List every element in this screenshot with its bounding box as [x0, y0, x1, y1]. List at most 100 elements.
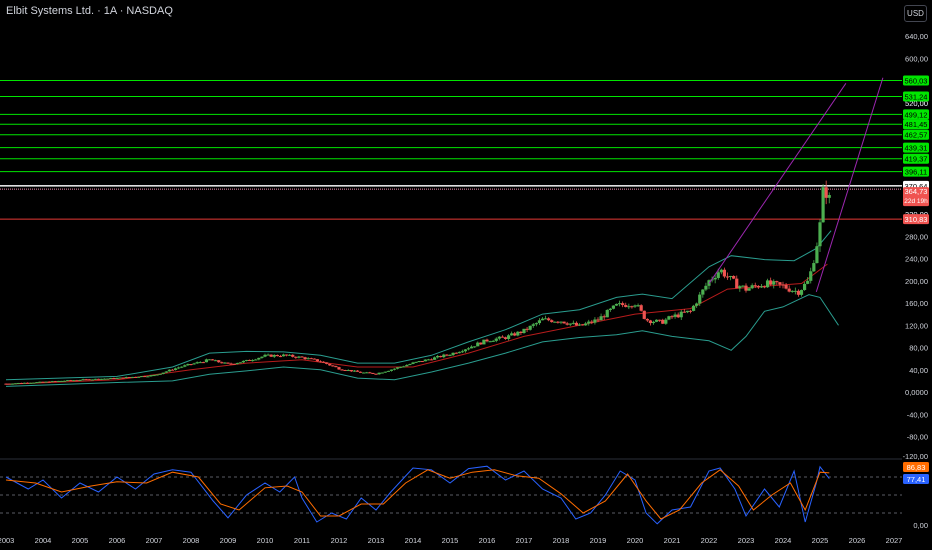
- candlestick-series: [4, 180, 831, 385]
- candle-body: [192, 363, 196, 365]
- candle-body: [180, 366, 184, 368]
- osc-k-value: 77,41: [907, 475, 926, 484]
- time-tick-label: 2007: [146, 536, 163, 545]
- candle-body: [732, 275, 736, 279]
- candle-body: [325, 362, 329, 364]
- candle-body: [152, 375, 156, 377]
- candle-body: [377, 372, 381, 375]
- time-tick-label: 2008: [183, 536, 200, 545]
- candle-body: [300, 356, 304, 358]
- candle-body: [352, 370, 357, 372]
- candle-body: [217, 360, 221, 363]
- currency-button[interactable]: USD: [904, 5, 927, 22]
- price-chart[interactable]: 640,00600,00560,00520,00480,00440,00400,…: [0, 0, 932, 550]
- candle-body: [121, 377, 125, 379]
- candle-body: [405, 365, 409, 367]
- candle-body: [99, 378, 104, 380]
- candle-body: [155, 374, 159, 376]
- candle-body: [636, 305, 640, 307]
- candle-body: [251, 360, 255, 362]
- candle-body: [41, 381, 45, 383]
- candle-body: [340, 369, 344, 371]
- candle-body: [112, 377, 116, 379]
- time-tick-label: 2027: [886, 536, 903, 545]
- candle-body: [676, 314, 680, 318]
- candle-body: [32, 382, 36, 384]
- candle-body: [198, 362, 202, 364]
- candle-body: [769, 280, 773, 285]
- candle-body: [824, 187, 828, 198]
- candle-body: [688, 310, 693, 312]
- candle-body: [303, 357, 307, 360]
- candle-body: [550, 320, 554, 323]
- candle-body: [130, 376, 135, 378]
- level-tag-9: 310,83: [905, 215, 928, 224]
- candle-body: [611, 305, 616, 309]
- candle-body: [146, 376, 150, 378]
- candle-body: [247, 359, 252, 361]
- candle-body: [44, 381, 48, 383]
- level-tag-2: 499,12: [905, 110, 928, 119]
- time-tick-label: 2018: [553, 536, 570, 545]
- candle-body: [297, 356, 301, 358]
- candle-body: [232, 363, 236, 365]
- candle-body: [593, 319, 597, 323]
- candle-body: [315, 359, 320, 362]
- candle-body: [241, 360, 246, 363]
- candle-body: [778, 282, 782, 285]
- candle-body: [744, 285, 748, 291]
- candle-body: [383, 371, 387, 373]
- candle-body: [109, 377, 113, 379]
- time-tick-label: 2026: [849, 536, 866, 545]
- candle-body: [380, 372, 384, 374]
- candle-body: [257, 357, 261, 360]
- candle-body: [738, 286, 742, 289]
- candle-body: [50, 381, 54, 383]
- candle-body: [624, 305, 628, 307]
- candle-body: [494, 338, 498, 341]
- candle-body: [386, 370, 390, 372]
- moving-average: [5, 263, 828, 385]
- candle-body: [476, 342, 480, 347]
- candle-body: [411, 362, 415, 365]
- candle-body: [183, 365, 187, 367]
- candle-body: [466, 348, 471, 350]
- candle-body: [10, 383, 14, 385]
- candle-body: [617, 303, 622, 305]
- candle-body: [587, 321, 591, 324]
- price-axis[interactable]: 640,00600,00560,00520,00480,00440,00400,…: [903, 32, 928, 530]
- candle-body: [510, 333, 514, 336]
- candle-body: [368, 372, 372, 374]
- candle-body: [207, 359, 212, 361]
- candle-body: [787, 288, 791, 292]
- candle-body: [170, 369, 175, 371]
- candle-body: [488, 341, 492, 343]
- candle-body: [103, 378, 107, 380]
- candle-body: [735, 278, 739, 289]
- candle-body: [238, 362, 242, 364]
- candle-body: [343, 369, 347, 371]
- candle-body: [679, 311, 683, 318]
- candle-body: [596, 319, 600, 321]
- candle-body: [482, 339, 486, 345]
- candle-body: [439, 355, 443, 358]
- candle-body: [291, 354, 295, 357]
- time-tick-label: 2024: [775, 536, 792, 545]
- candle-body: [485, 339, 489, 342]
- time-axis[interactable]: 2003 2004 2005 2006 2007 2008 2009 2010 2011 2012…: [0, 536, 902, 545]
- price-tick-label: 160,00: [905, 299, 928, 308]
- candle-body: [69, 380, 73, 382]
- candle-body: [753, 285, 757, 287]
- candle-body: [87, 379, 91, 381]
- candle-body: [75, 380, 79, 382]
- price-tick-label: 200,00: [905, 277, 928, 286]
- candle-body: [630, 306, 634, 308]
- candle-body: [463, 349, 468, 352]
- candle-body: [140, 376, 144, 378]
- candle-body: [149, 375, 153, 377]
- candle-body: [809, 271, 813, 281]
- candle-body: [500, 336, 505, 338]
- candle-body: [38, 381, 42, 383]
- candle-body: [72, 380, 76, 382]
- candle-body: [728, 275, 733, 277]
